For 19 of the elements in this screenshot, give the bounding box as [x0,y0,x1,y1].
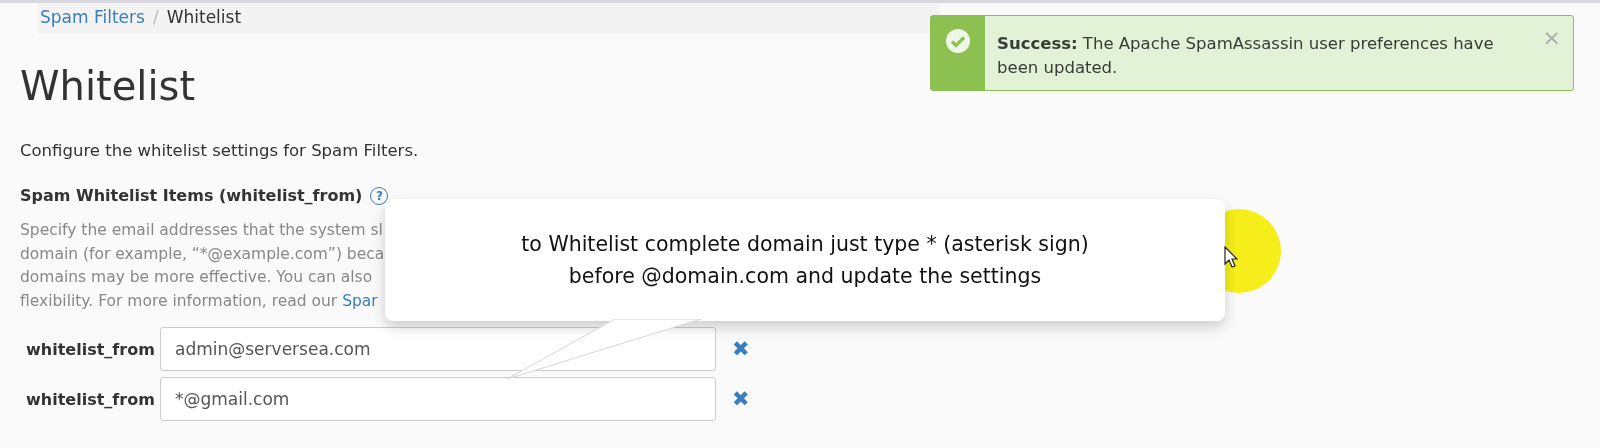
remove-icon[interactable]: ✖ [732,337,750,361]
remove-icon[interactable]: ✖ [732,387,750,411]
description-text: flexibility. For more information, read our [20,291,339,310]
field-label: whitelist_from [26,339,156,359]
description-text: Specify the email addresses that the system sl [20,221,383,239]
documentation-link[interactable]: Spar [342,291,378,310]
page-title: Whitelist [20,62,196,110]
intro-text: Configure the whitelist settings for Spam Filters. [20,140,420,162]
description-text: domains may be more effective. You can also [20,268,373,286]
callout-text: to Whitelist complete domain just type * (asterisk sign) [521,231,1089,258]
alert-message: Success: The Apache SpamAssassin user preferences have been updated. [996,33,1495,79]
section-heading: Spam Whitelist Items (whitelist_from) [20,186,363,205]
breadcrumb-current: Whitelist [166,7,242,27]
callout-text: before @domain.com and update the settings [568,263,1042,290]
field-label: whitelist_from [26,389,156,409]
breadcrumb-link[interactable]: Spam Filters [40,7,145,27]
check-icon [945,28,971,54]
breadcrumb-separator: / [152,7,159,27]
description-text: domain (for example, “*@example.com”) beca [20,244,385,263]
